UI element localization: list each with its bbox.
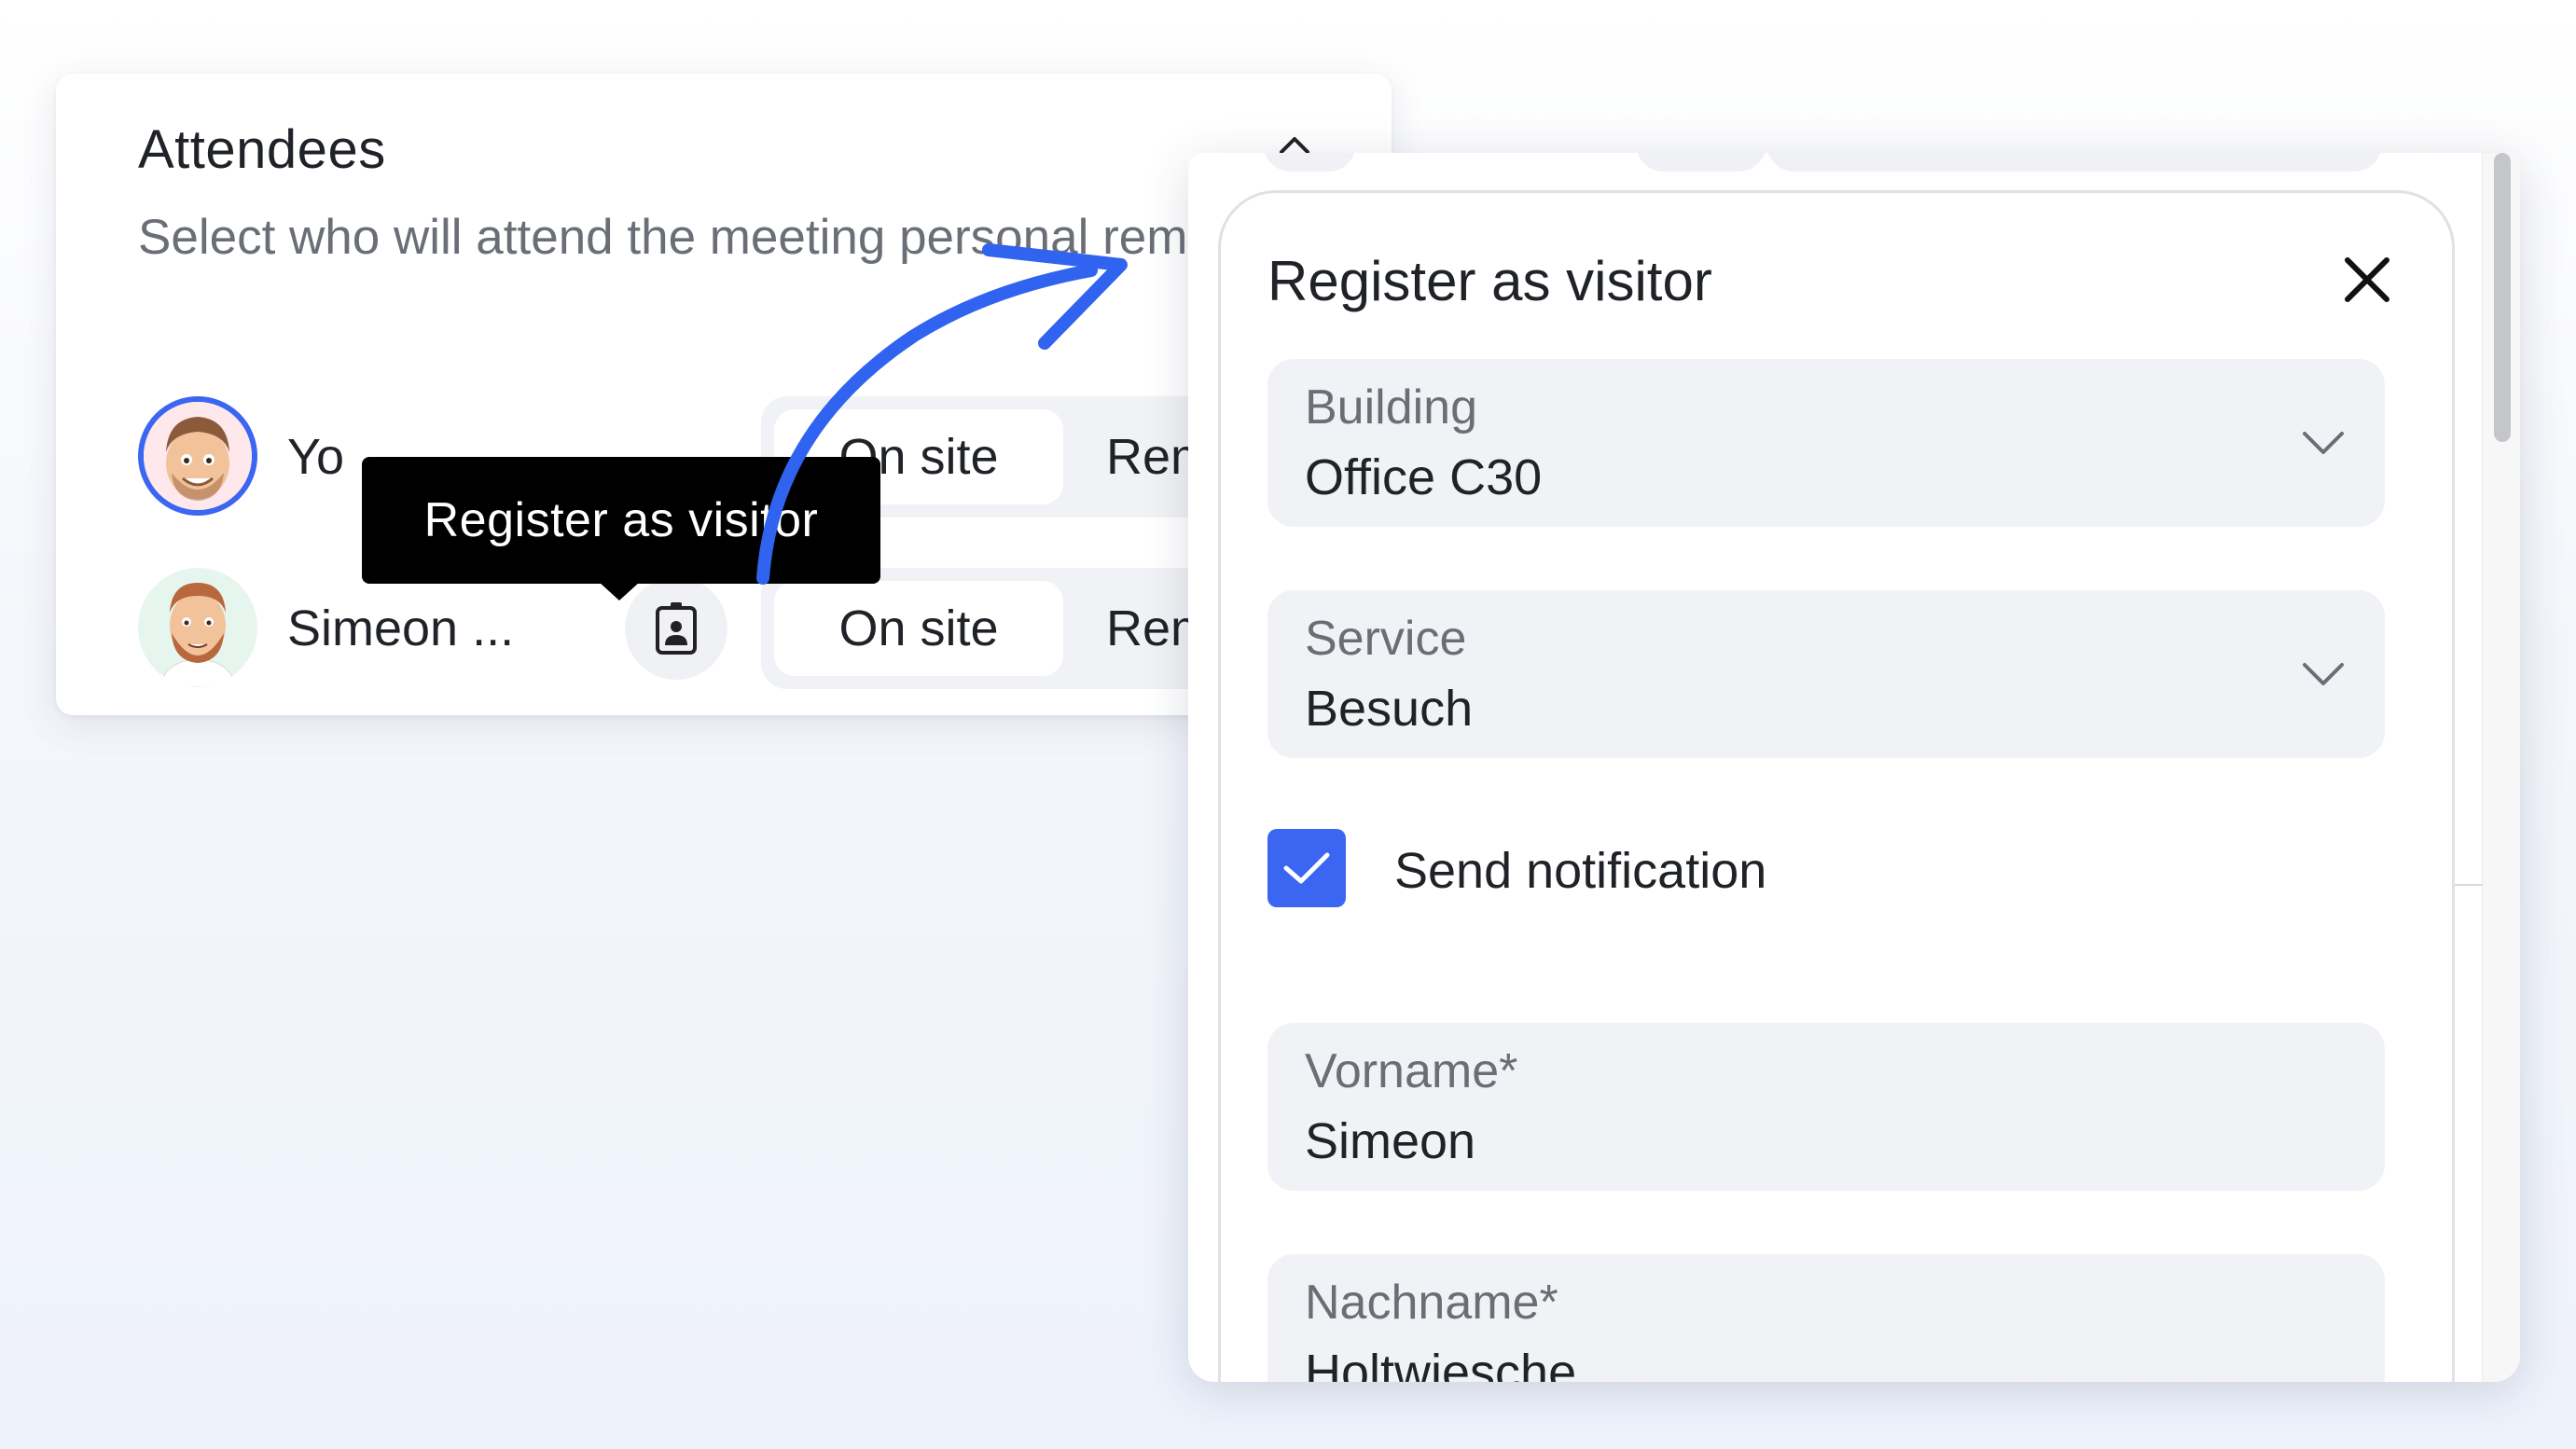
close-icon[interactable] xyxy=(2340,253,2394,307)
nachname-value: Holtwiesche xyxy=(1305,1345,1577,1382)
vorname-field[interactable]: Vorname* Simeon xyxy=(1267,1023,2385,1191)
attendee-name: Simeon ... xyxy=(287,600,515,656)
send-notification-label: Send notification xyxy=(1394,843,1767,899)
memoji-avatar-icon xyxy=(138,568,257,687)
chevron-down-icon xyxy=(2303,663,2344,685)
vorname-value: Simeon xyxy=(1305,1113,1476,1169)
vorname-label: Vorname* xyxy=(1305,1044,1518,1098)
curved-arrow-icon xyxy=(756,243,1128,585)
building-label: Building xyxy=(1305,380,1478,435)
memoji-avatar-icon xyxy=(144,402,252,510)
attendee-name: Yo xyxy=(287,429,345,485)
chevron-down-icon xyxy=(2303,432,2344,454)
service-label: Service xyxy=(1305,612,1467,666)
send-notification-row: Send notification xyxy=(1267,829,2107,909)
header-control xyxy=(1263,153,1356,172)
scrollbar[interactable] xyxy=(2482,153,2520,1382)
service-select[interactable]: Service Besuch xyxy=(1267,590,2385,758)
scrollbar-thumb[interactable] xyxy=(2494,153,2511,442)
register-visitor-button[interactable] xyxy=(625,577,727,680)
visitor-badge-icon xyxy=(656,602,697,655)
avatar xyxy=(138,568,257,687)
checkmark-icon xyxy=(1283,852,1330,884)
header-control xyxy=(1636,153,1766,172)
avatar xyxy=(138,396,257,516)
building-value: Office C30 xyxy=(1305,449,1543,505)
send-notification-checkbox[interactable] xyxy=(1267,829,1346,907)
register-visitor-dialog: Register as visitor Building Office C30 … xyxy=(1218,190,2455,1382)
visitor-panel: Register as visitor Building Office C30 … xyxy=(1188,153,2520,1382)
nachname-label: Nachname* xyxy=(1305,1276,1558,1330)
service-value: Besuch xyxy=(1305,681,1474,737)
dialog-title: Register as visitor xyxy=(1267,250,1712,312)
building-select[interactable]: Building Office C30 xyxy=(1267,359,2385,527)
header-control xyxy=(1766,153,2382,172)
nachname-field[interactable]: Nachname* Holtwiesche xyxy=(1267,1254,2385,1382)
attendees-title: Attendees xyxy=(138,119,386,180)
